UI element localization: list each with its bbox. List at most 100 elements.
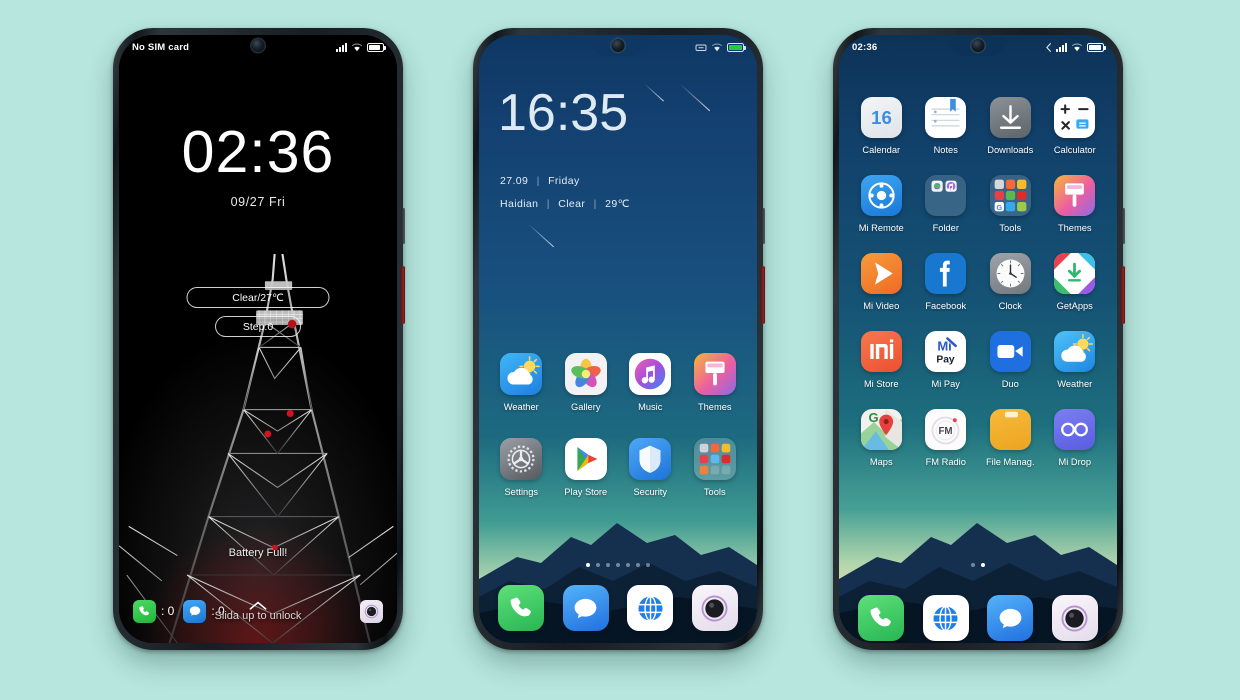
app-tools-folder[interactable]: Tools [683,438,748,497]
message-icon[interactable] [562,585,609,631]
app-mi-remote[interactable]: Mi Remote [849,175,914,233]
app-getapps[interactable]: GetApps [1043,253,1108,311]
front-camera-icon [611,39,625,52]
app-label: Weather [503,402,539,412]
clock-icon [989,253,1031,294]
volume-button[interactable] [402,208,405,244]
app-themes[interactable]: Themes [683,353,748,412]
security-icon [629,438,672,480]
volume-button[interactable] [762,208,765,244]
separator: | [536,175,540,187]
volume-button[interactable] [1122,208,1125,244]
page-dot[interactable] [981,563,985,567]
app-music[interactable]: Music [618,353,683,412]
page-dot[interactable] [596,563,600,567]
app-label: Tools [703,487,726,497]
app-label: Mi Drop [1058,457,1092,467]
page-dot[interactable] [606,563,610,567]
separator: | [593,198,597,210]
app-fm-radio[interactable]: FM FM Radio [914,409,979,467]
weather-pill[interactable]: Clear/27℃ [186,287,330,308]
app-label: Settings [504,487,539,497]
page-dot[interactable] [971,563,975,567]
power-button[interactable] [761,266,765,324]
page-dot[interactable] [586,563,590,567]
app-settings[interactable]: Settings [489,438,554,497]
app-label: Mi Pay [931,379,960,389]
fm-radio-icon: FM [925,409,967,450]
app-drawer-phone: 02:36 16 Calendar Notes Downloads Calcul… [833,28,1125,650]
home-dock [489,585,747,631]
svg-text:G: G [996,203,1002,212]
app-duo[interactable]: Duo [978,331,1043,389]
app-tools-folder[interactable]: G Tools [978,175,1043,233]
app-drawer-screen[interactable]: 02:36 16 Calendar Notes Downloads Calcul… [839,35,1117,643]
battery-icon [1087,42,1106,52]
app-label: Clock [998,301,1022,311]
mi-pay-icon: Mi Pay [925,331,967,372]
browser-icon[interactable] [922,595,969,641]
app-maps[interactable]: G Maps [849,409,914,467]
app-weather[interactable]: Weather [1043,331,1108,389]
app-label: Duo [1001,379,1019,389]
svg-text:Pay: Pay [937,355,956,366]
folder-icon [925,175,967,216]
app-facebook[interactable]: Facebook [914,253,979,311]
maps-icon: G [860,409,902,450]
clock-label: 02:36 [852,41,878,53]
separator: | [546,198,550,210]
mi-drop-icon [1054,409,1096,450]
apps-page-indicator[interactable] [839,563,1117,567]
app-downloads[interactable]: Downloads [978,97,1043,155]
battery-green-icon [727,42,746,52]
app-mi-drop[interactable]: Mi Drop [1043,409,1108,467]
phone-icon[interactable] [498,585,545,631]
settings-icon [500,438,543,480]
shooting-star [527,223,555,248]
app-themes[interactable]: Themes [1043,175,1108,233]
page-dot[interactable] [646,563,650,567]
power-button[interactable] [1121,266,1125,324]
app-file-manager[interactable]: File Manag. [978,409,1043,467]
mi-remote-icon [860,175,902,216]
lock-screen[interactable]: No SIM card 02:36 09/27 Fri Clear/27℃ St… [119,35,397,643]
app-label: Calendar [862,145,901,155]
app-mi-video[interactable]: Mi Video [849,253,914,311]
browser-icon[interactable] [627,585,674,631]
power-button[interactable] [401,266,405,324]
gallery-icon [564,353,607,395]
chevron-up-icon [249,601,267,610]
weather-icon [500,353,543,395]
app-calculator[interactable]: Calculator [1043,97,1108,155]
home-screen[interactable]: 16:35 27.09 | Friday Haidian | Clear | 2… [479,35,757,643]
notes-icon [925,97,967,138]
app-weather[interactable]: Weather [489,353,554,412]
app-clock[interactable]: Clock [978,253,1043,311]
page-dot[interactable] [616,563,620,567]
app-play-store[interactable]: Play Store [554,438,619,497]
app-label: Maps [869,457,893,467]
app-label: Folder [932,223,959,233]
message-icon[interactable] [987,595,1034,641]
home-date-line: 27.09 | Friday [500,175,580,187]
step-counter-pill[interactable]: Step:0 [215,316,301,337]
camera-icon[interactable] [1051,595,1098,641]
wifi-icon [351,43,363,52]
home-temp: 29℃ [605,198,630,210]
app-mi-store[interactable]: Mi Store [849,331,914,389]
app-notes[interactable]: Notes [914,97,979,155]
app-label: Music [638,402,663,412]
page-dot[interactable] [636,563,640,567]
app-label: Mi Remote [858,223,904,233]
app-security[interactable]: Security [618,438,683,497]
carrier-label: No SIM card [132,41,190,53]
page-dot[interactable] [626,563,630,567]
phone-icon[interactable] [858,595,905,641]
app-gallery[interactable]: Gallery [554,353,619,412]
app-folder[interactable]: Folder [914,175,979,233]
tools-folder-icon: G [989,175,1031,216]
home-page-indicator[interactable] [479,563,757,567]
camera-icon[interactable] [691,585,738,631]
app-mi-pay[interactable]: Mi Pay Mi Pay [914,331,979,389]
app-calendar[interactable]: 16 Calendar [849,97,914,155]
